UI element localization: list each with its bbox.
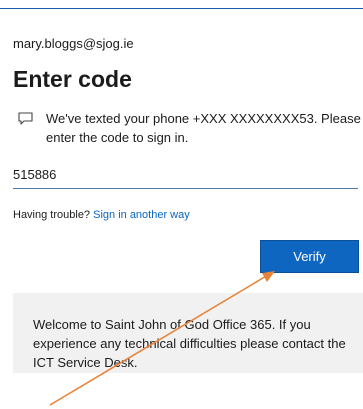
sign-in-another-way-link[interactable]: Sign in another way <box>93 209 190 221</box>
page-title: Enter code <box>13 66 132 92</box>
trouble-row: Having trouble? Sign in another way <box>13 209 190 221</box>
verify-button[interactable]: Verify <box>261 241 358 272</box>
sms-message-text: We've texted your phone +XXX XXXXXXXX53.… <box>46 111 361 145</box>
top-divider <box>0 8 363 9</box>
welcome-banner-text: Welcome to Saint John of God Office 365.… <box>33 317 346 370</box>
chat-bubble-icon <box>18 112 33 125</box>
account-identity: mary.bloggs@sjog.ie <box>13 36 134 51</box>
trouble-prompt: Having trouble? <box>13 209 91 221</box>
code-input[interactable] <box>13 160 358 189</box>
welcome-banner: Welcome to Saint John of God Office 365.… <box>13 293 363 373</box>
